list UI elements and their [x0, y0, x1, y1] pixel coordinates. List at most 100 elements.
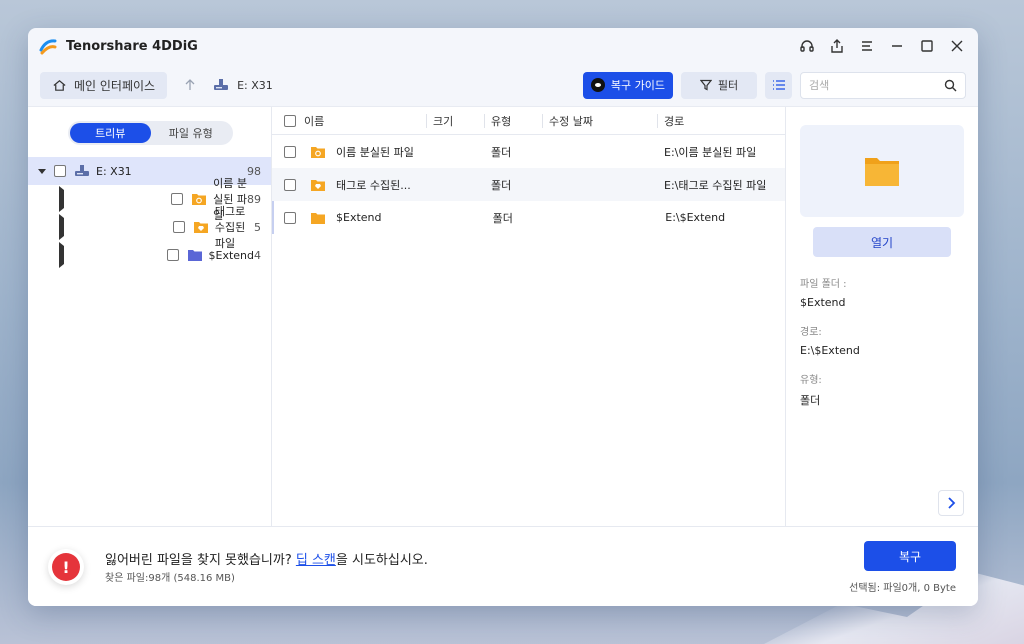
toolbar: 메인 인터페이스 E: X31 복구 가이드 필터: [28, 64, 978, 106]
next-button[interactable]: [938, 490, 964, 516]
expand-caret-icon[interactable]: [38, 168, 46, 174]
checkbox[interactable]: [171, 193, 184, 205]
folder-icon: [311, 212, 325, 224]
deep-scan-message: 잃어버린 파일을 찾지 못했습니까? 딥 스캔을 시도하십시오.: [105, 549, 428, 568]
home-button-label: 메인 인터페이스: [74, 78, 156, 93]
list-view-button[interactable]: [765, 71, 792, 99]
row-checkbox[interactable]: [284, 145, 296, 158]
folder-label: 파일 폴더 :: [800, 279, 847, 290]
share-icon[interactable]: [828, 37, 846, 55]
tab-file-type[interactable]: 파일 유형: [151, 123, 232, 143]
column-header-label: 경로: [664, 114, 685, 128]
folder-lost-icon: [311, 146, 325, 158]
title-bar: Tenorshare 4DDiG: [28, 28, 978, 64]
message-suffix: 을 시도하십시오.: [335, 553, 428, 568]
recovery-guide-button[interactable]: 복구 가이드: [582, 71, 673, 99]
home-icon: [53, 79, 66, 91]
preview-area: [800, 125, 964, 217]
column-type[interactable]: 유형: [485, 113, 543, 128]
maximize-icon[interactable]: [918, 37, 936, 55]
drive-icon: [75, 165, 89, 176]
folder-purple-icon: [187, 250, 202, 261]
selected-summary: 선택됨: 파일0개, 0 Byte: [849, 583, 956, 594]
file-path: E:\이름 분실된 파일: [664, 145, 757, 159]
column-header-label: 이름: [304, 114, 325, 128]
file-name: 태그로 수집된...: [336, 178, 411, 192]
home-button[interactable]: 메인 인터페이스: [40, 71, 168, 99]
sidebar: 트리뷰 파일 유형 E: X31 98 이름 분실된 파일 89 태그로 수집된…: [28, 107, 272, 526]
filter-label: 필터: [717, 79, 739, 92]
view-toggle: 트리뷰 파일 유형: [68, 121, 233, 145]
path-value: E:\$Extend: [800, 344, 860, 357]
column-header-label: 유형: [491, 114, 512, 128]
column-header-label: 크기: [433, 114, 454, 128]
file-name: $Extend: [336, 211, 382, 224]
checkbox[interactable]: [54, 165, 66, 177]
details-panel: 열기 파일 폴더 : $Extend 경로: E:\$Extend 유형: 폴더: [786, 107, 978, 526]
column-modified[interactable]: 수정 날짜: [543, 113, 658, 128]
tab-tree-view[interactable]: 트리뷰: [70, 123, 151, 143]
tree-item-tagged-files[interactable]: 태그로 수집된 파일 5: [28, 205, 271, 250]
column-path[interactable]: 경로: [658, 114, 784, 128]
file-type: 폴더: [492, 211, 513, 225]
found-files-summary: 찾은 파일:98개 (548.16 MB): [105, 573, 235, 584]
row-checkbox[interactable]: [284, 211, 296, 224]
table-row[interactable]: 이름 분실된 파일 폴더 E:\이름 분실된 파일: [272, 135, 785, 168]
eye-icon: [590, 78, 605, 92]
search-input[interactable]: [809, 78, 944, 92]
minimize-icon[interactable]: [888, 37, 906, 55]
filter-icon: [699, 79, 712, 91]
up-arrow-icon[interactable]: [183, 78, 197, 92]
tree-item-label: E: X31: [96, 164, 132, 178]
select-all-checkbox[interactable]: [284, 114, 296, 127]
row-checkbox[interactable]: [284, 178, 296, 191]
app-logo-icon: [39, 39, 57, 55]
file-path: E:\$Extend: [665, 211, 726, 224]
breadcrumb[interactable]: E: X31: [213, 78, 273, 92]
support-headset-icon[interactable]: [798, 37, 816, 55]
app-window: Tenorshare 4DDiG 메인 인터페이스 E: X31 복구 가이드 …: [28, 28, 978, 606]
close-icon[interactable]: [948, 37, 966, 55]
folder-lost-icon: [192, 194, 207, 205]
file-list: 이름 크기 유형 수정 날짜 경로 이름 분실된 파일 폴더 E:\이름 분실된…: [272, 107, 786, 526]
app-title: Tenorshare 4DDiG: [66, 38, 198, 54]
path-label: 경로:: [800, 327, 822, 338]
type-label: 유형:: [800, 375, 822, 386]
folder-tree: E: X31 98 이름 분실된 파일 89 태그로 수집된 파일 5 $Ext…: [28, 157, 271, 269]
checkbox[interactable]: [166, 249, 179, 261]
column-header-label: 수정 날짜: [549, 114, 593, 128]
folder-preview-icon: [865, 158, 899, 186]
deep-scan-link[interactable]: 딥 스캔: [296, 553, 336, 568]
table-row[interactable]: 태그로 수집된... 폴더 E:\태그로 수집된 파일: [272, 168, 785, 201]
type-value: 폴더: [800, 394, 821, 407]
collapse-caret-icon[interactable]: [59, 242, 157, 268]
tree-item-count: 5: [254, 220, 261, 234]
main-content: 트리뷰 파일 유형 E: X31 98 이름 분실된 파일 89 태그로 수집된…: [28, 106, 978, 526]
list-view-icon: [772, 80, 785, 90]
table-header: 이름 크기 유형 수정 날짜 경로: [272, 107, 785, 135]
drive-icon: [214, 79, 229, 90]
tree-item-count: 4: [254, 248, 261, 262]
recovery-guide-label: 복구 가이드: [610, 79, 665, 92]
collapse-caret-icon[interactable]: [59, 186, 161, 212]
footer-bar: ! 잃어버린 파일을 찾지 못했습니까? 딥 스캔을 시도하십시오. 찾은 파일…: [28, 526, 978, 606]
open-button[interactable]: 열기: [813, 227, 951, 257]
message-prefix: 잃어버린 파일을 찾지 못했습니까?: [105, 553, 296, 568]
chevron-right-icon: [948, 497, 956, 509]
table-row[interactable]: $Extend 폴더 E:\$Extend: [272, 201, 785, 234]
warning-icon: !: [48, 549, 84, 585]
column-name[interactable]: 이름: [272, 113, 427, 128]
file-name: 이름 분실된 파일: [336, 145, 414, 159]
folder-tag-icon: [311, 179, 325, 191]
tree-item-extend[interactable]: $Extend 4: [28, 241, 271, 269]
tree-item-count: 98: [247, 164, 261, 178]
menu-icon[interactable]: [858, 37, 876, 55]
file-type: 폴더: [491, 178, 512, 192]
column-size[interactable]: 크기: [427, 113, 485, 128]
search-icon[interactable]: [944, 79, 957, 92]
recover-button[interactable]: 복구: [864, 541, 956, 571]
checkbox[interactable]: [172, 221, 185, 233]
folder-tag-icon: [193, 222, 208, 233]
collapse-caret-icon[interactable]: [59, 214, 163, 240]
filter-button[interactable]: 필터: [681, 71, 757, 99]
